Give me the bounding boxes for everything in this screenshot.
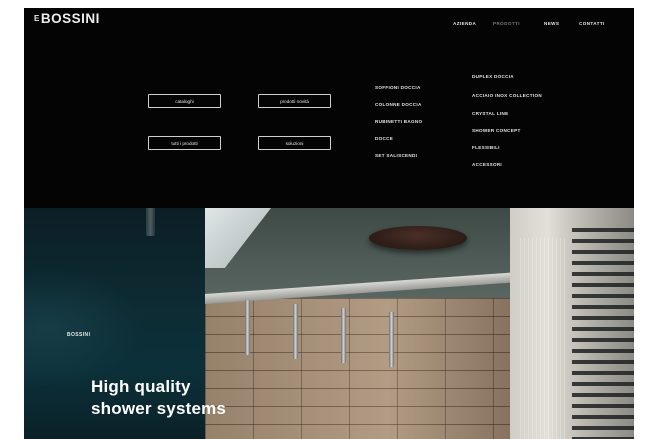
mega-menu-panel (24, 8, 634, 208)
showerhead-image (369, 226, 467, 250)
shower-pipe-image (146, 208, 155, 236)
bossini-logo[interactable]: EBOSSINI (34, 11, 100, 26)
soluzioni-button[interactable]: soluzioni (258, 136, 331, 150)
logo-text: BOSSINI (40, 11, 100, 26)
hero-title-line-1: High quality (91, 377, 191, 396)
menu-flessibili[interactable]: FLESSIBILI (472, 145, 500, 150)
menu-acciaio-inox-collection[interactable]: ACCIAIO INOX COLLECTION (472, 93, 542, 98)
prodotti-novita-button[interactable]: prodotti novità (258, 94, 331, 108)
hero-brand-label: BOSSINI (67, 332, 91, 338)
tutti-i-prodotti-button[interactable]: tutti i prodotti (148, 136, 221, 150)
photo-bracket (341, 308, 346, 363)
menu-accessori[interactable]: ACCESSORI (472, 162, 502, 167)
hero-title: High quality shower systems (91, 376, 226, 420)
nav-azienda[interactable]: AZIENDA (453, 21, 476, 26)
menu-shower-concept[interactable]: SHOWER CONCEPT (472, 128, 521, 133)
nav-contatti[interactable]: CONTATTI (579, 21, 605, 26)
photo-water-stream (520, 238, 565, 439)
hero-right-photo (510, 208, 634, 439)
photo-bracket (245, 300, 250, 355)
menu-soffioni-doccia[interactable]: SOFFIONI DOCCIA (375, 85, 421, 90)
photo-window-slats (572, 228, 634, 439)
hero-shower-photo (205, 208, 510, 439)
nav-prodotti[interactable]: PRODOTTI (493, 21, 520, 26)
photo-bracket (389, 312, 394, 367)
nav-news[interactable]: NEWS (544, 21, 559, 26)
logo-prefix: E (34, 14, 40, 23)
page: EBOSSINI AZIENDA PRODOTTI NEWS CONTATTI … (0, 0, 658, 439)
menu-set-saliscendi[interactable]: SET SALISCENDI (375, 153, 417, 158)
hero-title-line-2: shower systems (91, 399, 227, 418)
menu-docce[interactable]: DOCCE (375, 136, 393, 141)
hero-left-glow (24, 268, 144, 388)
menu-rubinetti-bagno[interactable]: RUBINETTI BAGNO (375, 119, 422, 124)
photo-brick-shade (205, 298, 510, 439)
cataloghi-button[interactable]: cataloghi (148, 94, 221, 108)
menu-colonne-doccia[interactable]: COLONNE DOCCIA (375, 102, 422, 107)
photo-bracket (293, 304, 298, 359)
menu-crystal-line[interactable]: CRYSTAL LINE (472, 111, 508, 116)
menu-duplex-doccia[interactable]: DUPLEX DOCCIA (472, 74, 514, 79)
